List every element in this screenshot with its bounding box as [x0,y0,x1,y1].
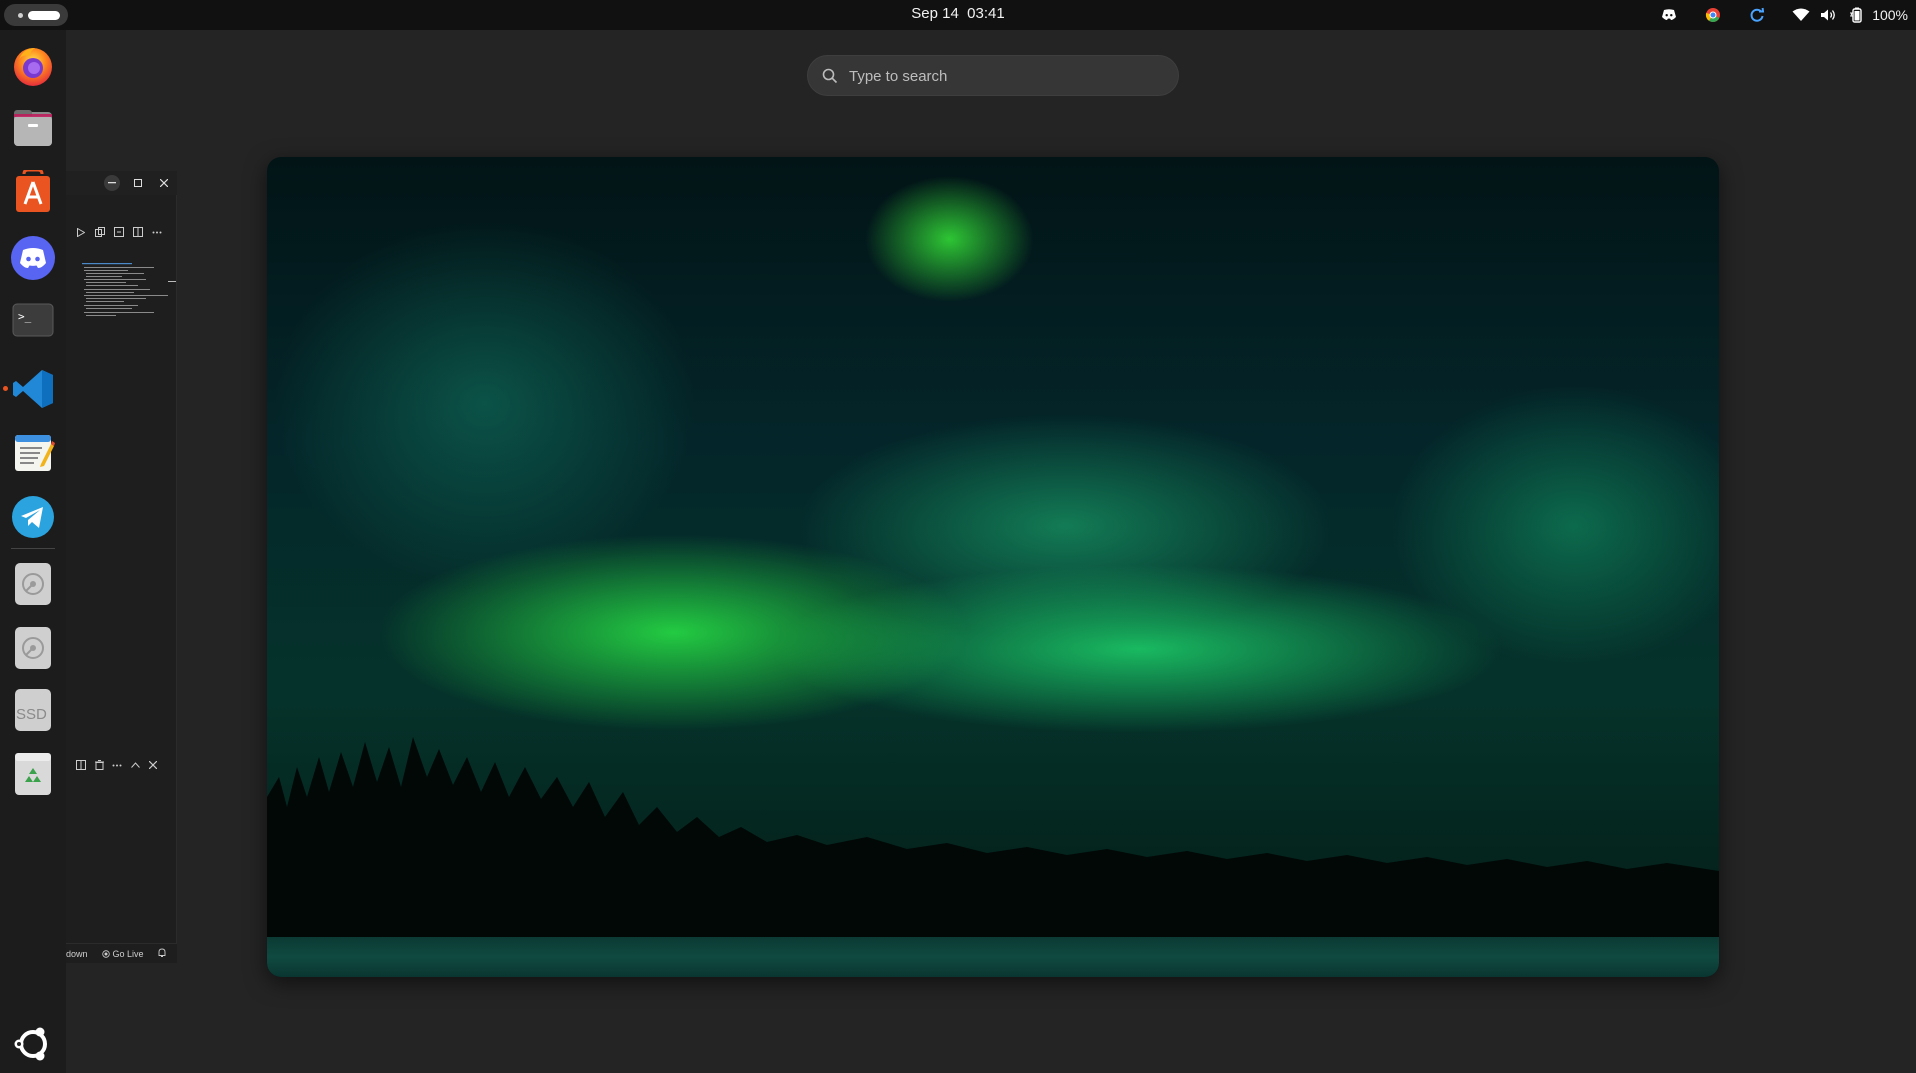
search-input[interactable] [849,64,1159,88]
open-preview-icon[interactable] [112,225,126,239]
ubuntu-logo-icon [14,1027,47,1061]
chrome-tray-icon[interactable] [1702,4,1724,26]
dock-app-firefox[interactable] [9,42,57,90]
broadcast-icon [102,950,110,958]
search-icon [822,68,838,84]
run-icon[interactable] [74,225,88,239]
clock-time: 03:41 [967,5,1005,22]
more-actions-icon[interactable] [150,225,164,239]
clock[interactable]: Sep 14 03:41 [0,5,1916,22]
top-bar: Sep 14 03:41 100% [0,0,1916,30]
running-indicator [3,386,8,391]
dock-app-telegram[interactable] [9,493,57,541]
text-editor-icon [15,435,55,471]
split-terminal-icon[interactable] [74,758,88,772]
app-center-icon [16,170,50,212]
svg-text:>_: >_ [18,310,32,323]
ssd-label: SSD [16,706,47,723]
trash-icon [15,753,51,795]
close-button[interactable] [156,175,172,191]
battery-percentage: 100% [1872,7,1908,23]
workspace-thumbnail[interactable] [267,157,1719,977]
dock-app-text-editor[interactable] [9,428,57,476]
system-tray: 100% [1636,4,1908,26]
volume-icon[interactable] [1818,4,1840,26]
go-live-button[interactable]: Go Live [102,949,144,959]
dock-app-app-center[interactable] [9,168,57,216]
dock-drive-ssd[interactable]: SSD [9,686,57,734]
clock-date: Sep 14 [911,5,959,22]
telegram-icon [12,496,54,538]
status-language[interactable]: down [66,949,88,959]
more-actions-icon[interactable] [110,758,124,772]
dock-separator [11,548,55,549]
battery-icon[interactable] [1846,4,1868,26]
go-live-label: Go Live [112,949,144,959]
notifications-bell-icon[interactable] [158,948,166,960]
disk-drive-icon [15,563,51,605]
dock-app-discord[interactable] [9,234,57,282]
files-icon [14,110,52,146]
show-apps-button[interactable] [9,1020,57,1068]
wallpaper-snow [267,937,1719,977]
split-editor-icon[interactable] [131,225,145,239]
wifi-icon[interactable] [1790,4,1812,26]
dock-app-terminal[interactable]: >_ [9,296,57,344]
maximize-panel-icon[interactable] [128,758,142,772]
firefox-icon [14,48,52,86]
dock-drive-1[interactable] [9,560,57,608]
status-bar: down Go Live [66,943,177,963]
dock-drive-2[interactable] [9,624,57,672]
panel-toolbar [66,754,177,776]
overview-search-bar[interactable] [807,55,1179,96]
dock: >_ SSD [0,30,66,1073]
vscode-icon [13,370,53,408]
vscode-window-thumbnail[interactable]: down Go Live [66,171,177,963]
discord-tray-icon[interactable] [1658,4,1680,26]
maximize-button[interactable] [130,175,146,191]
minimize-button[interactable] [104,175,120,191]
kill-terminal-icon[interactable] [92,758,106,772]
terminal-icon: >_ [12,303,54,337]
editor-toolbar [66,221,177,243]
dock-trash[interactable] [9,750,57,798]
sync-tray-icon[interactable] [1746,4,1768,26]
minimap-slider[interactable] [168,281,176,282]
compare-icon[interactable] [93,225,107,239]
dock-app-vscode[interactable] [9,365,57,413]
dock-app-files[interactable] [9,104,57,152]
editor-text-miniature [82,263,168,316]
disk-drive-icon [15,627,51,669]
close-panel-icon[interactable] [146,758,160,772]
discord-icon [11,236,55,280]
window-titlebar [66,171,177,195]
